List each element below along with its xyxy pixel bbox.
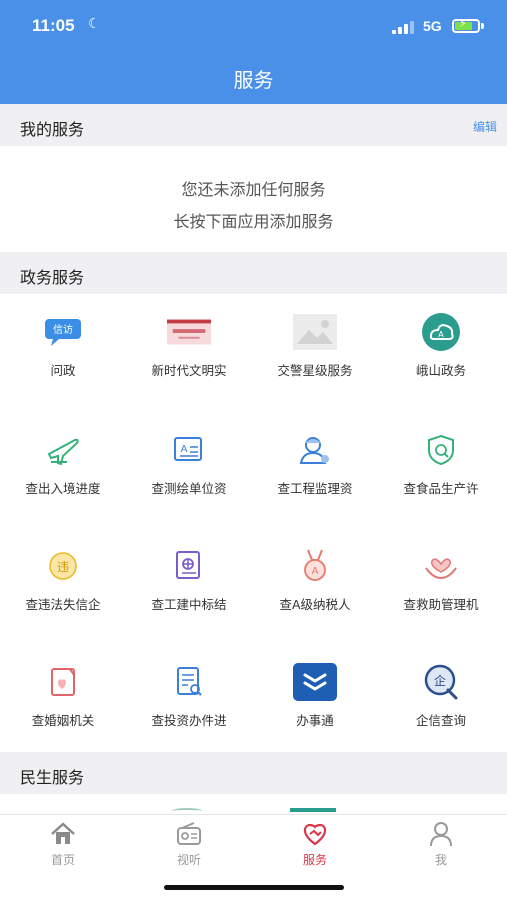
- service-label: 查投资办件进: [151, 713, 227, 728]
- service-label: 交警星级服务: [277, 363, 353, 378]
- service-item-wenzheng[interactable]: 信访 问政: [0, 312, 126, 422]
- signal-icon: [392, 20, 414, 34]
- violation-icon: 违: [41, 546, 85, 586]
- service-label: 峨山政务: [415, 363, 466, 378]
- service-label: 查婚姻机关: [31, 713, 95, 728]
- service-label: 查食品生产许: [403, 481, 479, 496]
- svg-text:企: 企: [434, 673, 446, 688]
- service-label: 问政: [50, 363, 76, 378]
- service-item-traffic-police[interactable]: 交警星级服务: [252, 312, 378, 422]
- service-item-civilization[interactable]: 新时代文明实: [126, 312, 252, 422]
- header: 11:05 ☾ 5G ⚡ 服务: [0, 0, 507, 104]
- my-services-header: 我的服务 编辑: [0, 104, 507, 146]
- tab-service[interactable]: 服务: [252, 821, 378, 871]
- service-label: 办事通: [296, 713, 334, 728]
- tab-label: 我: [434, 853, 447, 867]
- moon-icon: ☾: [88, 16, 101, 32]
- service-label: 查出入境进度: [25, 481, 101, 496]
- service-label: 查A级纳税人: [279, 597, 351, 612]
- page-title: 服务: [233, 68, 274, 92]
- edit-button[interactable]: 编辑: [473, 118, 497, 135]
- service-label: 企信查询: [415, 713, 466, 728]
- svg-text:A: A: [181, 444, 188, 455]
- engineer-icon: [293, 430, 337, 470]
- empty-message-line1: 您还未添加任何服务: [181, 180, 326, 199]
- food-shield-icon: [419, 430, 463, 470]
- service-item-eshan-gov[interactable]: A 峨山政务: [378, 312, 504, 422]
- taxpayer-medal-icon: A: [293, 546, 337, 586]
- investment-doc-icon: [167, 662, 211, 702]
- gov-services-header: 政务服务: [0, 252, 507, 294]
- svg-text:信访: 信访: [53, 324, 73, 336]
- battery-cap: [481, 23, 484, 29]
- tab-label: 服务: [302, 853, 327, 867]
- tab-label: 视听: [176, 853, 201, 867]
- status-time: 11:05: [32, 16, 75, 35]
- airplane-icon: [41, 430, 85, 470]
- service-item-food-license[interactable]: 查食品生产许: [378, 430, 504, 540]
- service-item-surveying[interactable]: A 查测绘单位资: [126, 430, 252, 540]
- service-item-bid-result[interactable]: 查工建中标结: [126, 546, 252, 656]
- marriage-icon: [41, 662, 85, 702]
- tab-audio-visual[interactable]: 视听: [126, 821, 252, 871]
- people-services-title: 民生服务: [20, 768, 85, 787]
- image-placeholder-icon: [293, 312, 337, 352]
- battery-icon: ⚡: [452, 17, 480, 33]
- svg-text:A: A: [438, 330, 444, 339]
- service-label: 查救助管理机: [403, 597, 479, 612]
- service-label: 查工建中标结: [151, 597, 227, 612]
- service-label: 查测绘单位资: [151, 481, 227, 496]
- service-item-relief[interactable]: 查救助管理机: [378, 546, 504, 656]
- svg-text:违: 违: [57, 560, 69, 574]
- service-item-engineering[interactable]: 查工程监理资: [252, 430, 378, 540]
- surveying-icon: A: [167, 430, 211, 470]
- radio-icon: [177, 822, 201, 845]
- service-heart-icon: [303, 823, 327, 846]
- tab-home[interactable]: 首页: [0, 821, 126, 871]
- person-icon: [430, 822, 452, 847]
- partial-icon: [290, 808, 336, 812]
- service-item-dishonest[interactable]: 违 查违法失信企: [0, 546, 126, 656]
- tab-me[interactable]: 我: [378, 821, 504, 871]
- empty-message-line2: 长按下面应用添加服务: [173, 212, 334, 231]
- my-services-title: 我的服务: [20, 120, 85, 139]
- gov-services-title: 政务服务: [20, 268, 85, 287]
- home-indicator[interactable]: [164, 885, 344, 890]
- home-icon: [51, 822, 75, 844]
- status-bar: 11:05 ☾ 5G ⚡: [0, 0, 507, 52]
- network-type: 5G: [423, 18, 442, 34]
- svg-text:A: A: [312, 566, 319, 577]
- civilization-practice-icon: [167, 312, 211, 352]
- tab-label: 首页: [50, 853, 75, 867]
- enterprise-search-icon: 企: [419, 662, 463, 702]
- service-item-a-taxpayer[interactable]: A 查A级纳税人: [252, 546, 378, 656]
- letters-visits-icon: 信访: [41, 312, 85, 352]
- service-label: 新时代文明实: [151, 363, 227, 378]
- relief-hands-icon: [419, 546, 463, 586]
- service-item-exit-entry[interactable]: 查出入境进度: [0, 430, 126, 540]
- bid-result-icon: [167, 546, 211, 586]
- service-label: 查工程监理资: [277, 481, 353, 496]
- people-services-header: 民生服务: [0, 752, 507, 794]
- cloud-gov-icon: A: [419, 312, 463, 352]
- service-label: 查违法失信企: [25, 597, 101, 612]
- banshitong-icon: [293, 662, 337, 702]
